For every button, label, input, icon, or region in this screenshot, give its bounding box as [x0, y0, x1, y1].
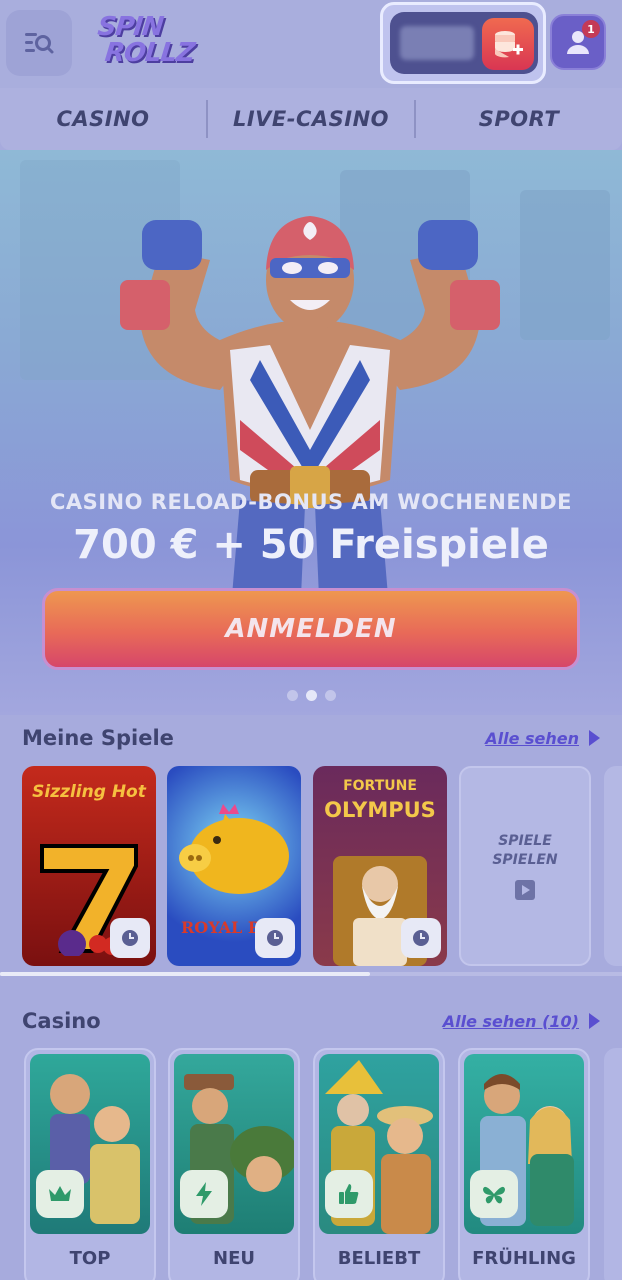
carousel-scrollbar-thumb[interactable] — [0, 972, 370, 976]
category-card-partial[interactable] — [604, 1048, 622, 1280]
search-list-icon — [25, 33, 54, 54]
clock-icon — [267, 930, 283, 946]
register-button[interactable]: ANMELDEN — [42, 588, 580, 670]
tab-casino[interactable]: CASINO — [0, 107, 206, 131]
recent-badge — [110, 918, 150, 958]
my-games-title: Meine Spiele — [22, 726, 174, 750]
balance-hidden[interactable] — [400, 26, 474, 60]
play-arrow-icon — [589, 1013, 600, 1029]
category-label: FRÜHLING — [472, 1248, 576, 1269]
promo-title: 700 € + 50 Freispiele — [73, 522, 549, 568]
tab-sport[interactable]: SPORT — [416, 107, 622, 131]
game-card-fortune-olympus[interactable]: FORTUNE OLYMPUS — [313, 766, 447, 966]
carousel-dots — [0, 690, 622, 701]
butterfly-icon — [470, 1170, 518, 1218]
promo-banner[interactable]: CASINO RELOAD-BONUS AM WOCHENENDE 700 € … — [0, 150, 622, 715]
deposit-button[interactable] — [482, 18, 534, 70]
category-label: NEU — [213, 1248, 255, 1269]
coins-plus-icon — [495, 31, 523, 58]
see-all-label: Alle sehen (10) — [442, 1011, 579, 1031]
notification-badge: 1 — [582, 20, 600, 38]
casino-see-all-link[interactable]: Alle sehen (10) — [443, 1012, 600, 1031]
clock-icon — [413, 930, 429, 946]
logo-line-1: SPIN — [96, 12, 165, 42]
search-menu-button[interactable] — [6, 10, 72, 76]
play-card-line-2: SPIELEN — [492, 852, 558, 868]
profile-button[interactable]: 1 — [550, 14, 606, 70]
category-top[interactable]: TOP — [24, 1048, 156, 1280]
game-art-title-1: FORTUNE — [343, 778, 417, 794]
spinrollz-logo[interactable]: SPIN ROLLZ — [93, 12, 199, 72]
recent-badge — [255, 918, 295, 958]
play-card-line-1: SPIELE — [498, 833, 552, 849]
top-header: SPIN ROLLZ 1 — [0, 0, 622, 88]
clock-icon — [122, 930, 138, 946]
category-new[interactable]: NEU — [168, 1048, 300, 1280]
carousel-dot[interactable] — [324, 690, 336, 701]
game-card-partial[interactable] — [604, 766, 622, 966]
see-all-label: Alle sehen — [485, 728, 579, 748]
golden-pig-icon — [179, 804, 289, 894]
play-arrow-icon — [589, 730, 600, 746]
game-art-title-2: OLYMPUS — [324, 798, 436, 822]
logo-line-2: ROLLZ — [103, 38, 196, 68]
recent-badge — [401, 918, 441, 958]
promo-subtitle: CASINO RELOAD-BONUS AM WOCHENENDE — [49, 490, 573, 514]
carousel-dot-active[interactable] — [305, 690, 317, 701]
tab-live-casino[interactable]: LIVE-CASINO — [208, 107, 414, 131]
play-games-card[interactable]: SPIELE SPIELEN — [459, 766, 591, 966]
banner-bg-shape — [520, 190, 610, 340]
category-spring[interactable]: FRÜHLING — [458, 1048, 590, 1280]
main-nav-tabs: CASINO LIVE-CASINO SPORT — [0, 88, 622, 150]
my-games-see-all-link[interactable]: Alle sehen — [485, 729, 600, 748]
game-art-title: Sizzling Hot — [32, 782, 146, 802]
crown-icon — [36, 1170, 84, 1218]
play-icon — [515, 880, 535, 900]
carousel-dot[interactable] — [286, 690, 298, 701]
casino-title: Casino — [22, 1009, 101, 1033]
category-label: TOP — [69, 1248, 111, 1269]
game-card-royal-pig[interactable]: ROYAL PIG — [167, 766, 301, 966]
my-games-header: Meine Spiele Alle sehen — [22, 722, 600, 754]
thumbs-up-icon — [325, 1170, 373, 1218]
category-popular[interactable]: BELIEBT — [313, 1048, 445, 1280]
casino-header: Casino Alle sehen (10) — [22, 1005, 600, 1037]
category-label: BELIEBT — [337, 1248, 421, 1269]
game-card-sizzling-hot[interactable]: Sizzling Hot — [22, 766, 156, 966]
lightning-icon — [180, 1170, 228, 1218]
